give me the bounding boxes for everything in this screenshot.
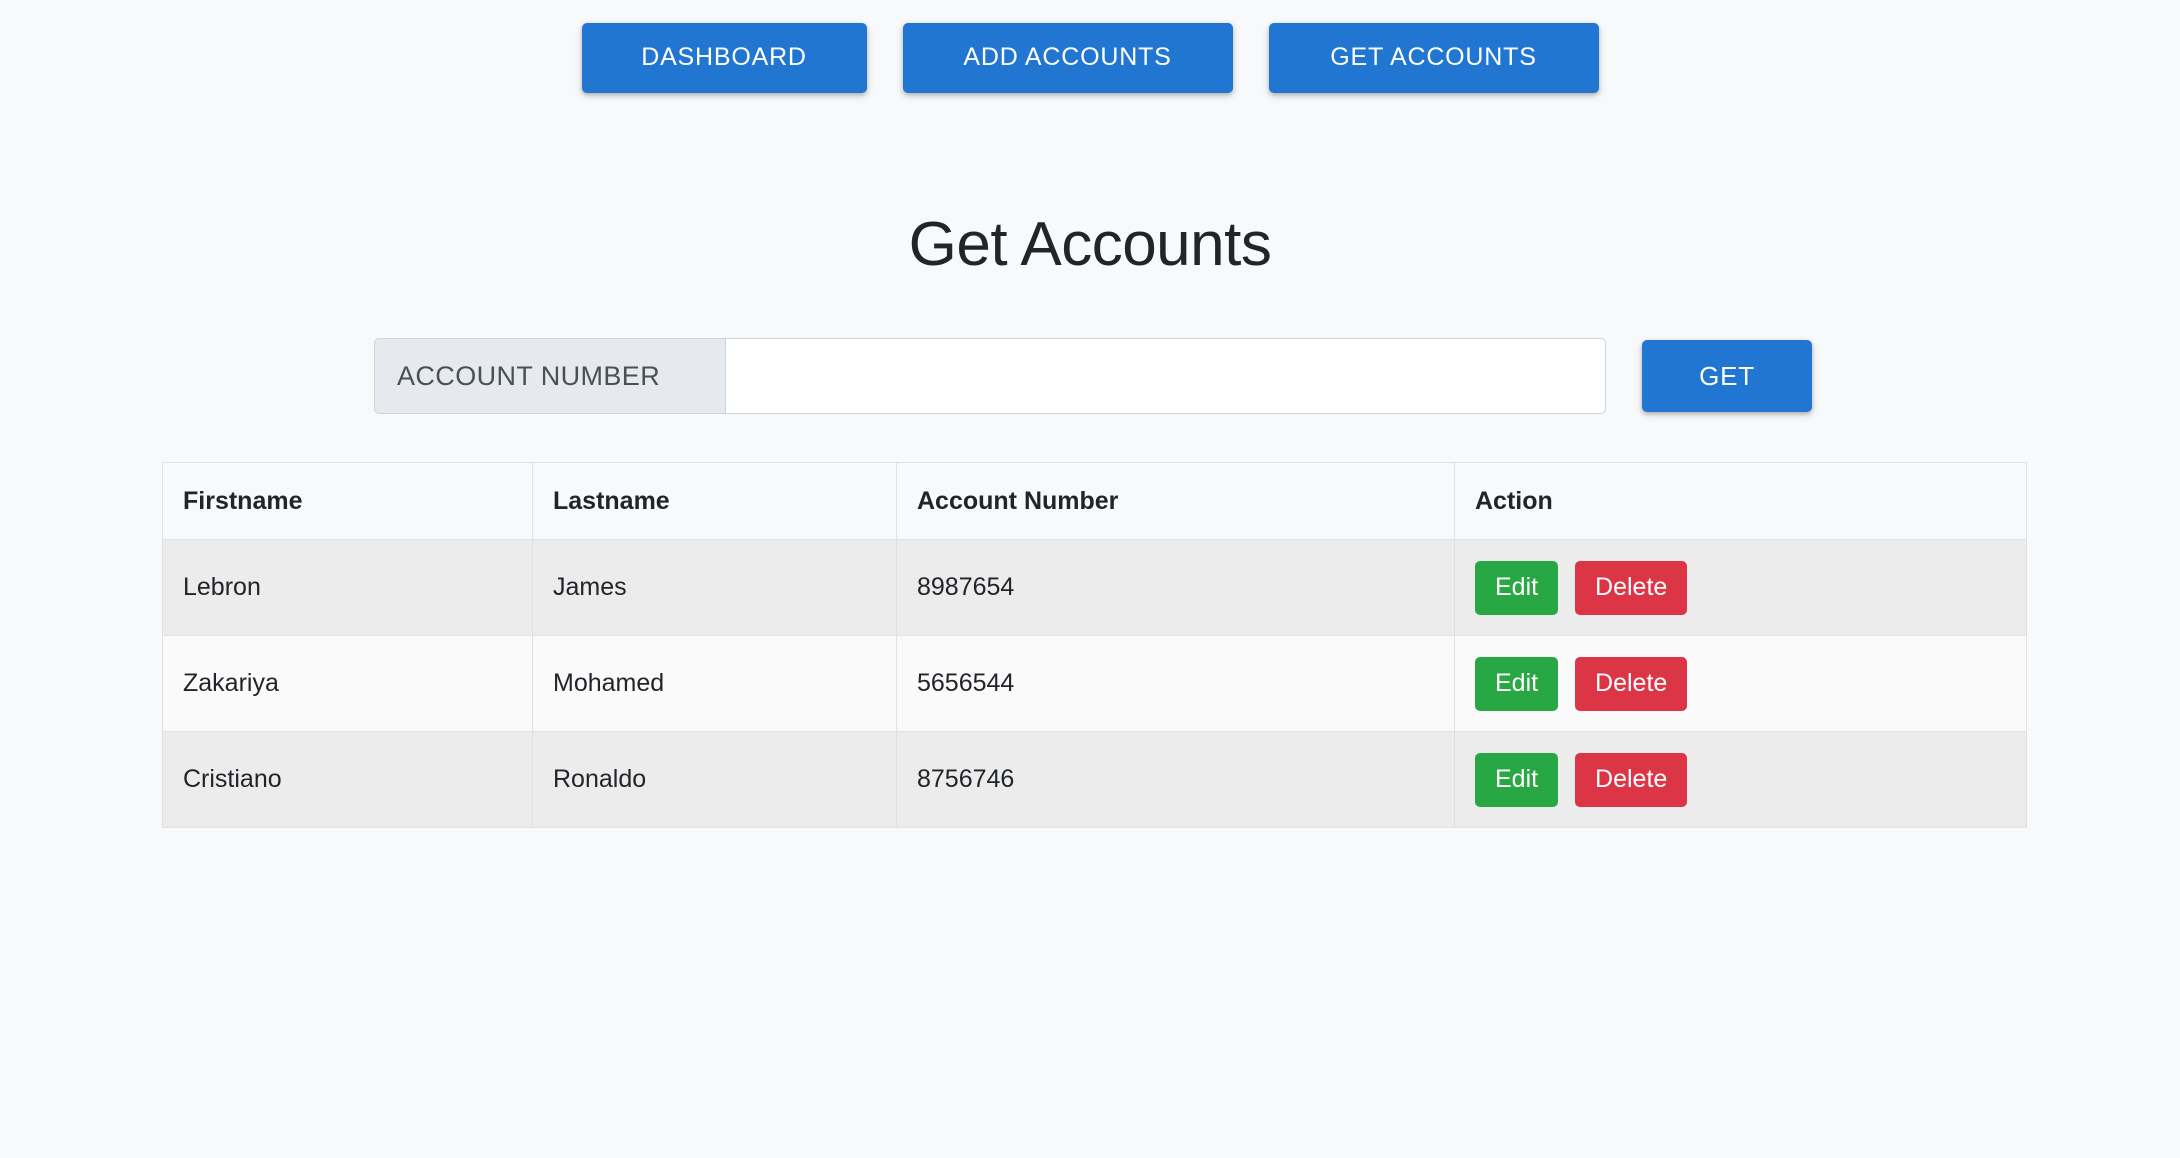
cell-account-number: 8987654	[896, 539, 1455, 636]
edit-button[interactable]: Edit	[1475, 560, 1559, 615]
cell-lastname: Ronaldo	[532, 731, 897, 828]
cell-lastname: Mohamed	[532, 635, 897, 732]
main-navigation: DASHBOARD ADD ACCOUNTS GET ACCOUNTS	[0, 23, 2180, 93]
get-button[interactable]: GET	[1642, 340, 1812, 412]
page-root: DASHBOARD ADD ACCOUNTS GET ACCOUNTS Get …	[0, 0, 2180, 1158]
nav-button-dashboard[interactable]: DASHBOARD	[581, 23, 867, 93]
delete-button[interactable]: Delete	[1575, 560, 1688, 615]
cell-account-number: 8756746	[896, 731, 1455, 828]
nav-button-get-accounts[interactable]: GET ACCOUNTS	[1268, 23, 1599, 93]
column-header-lastname: Lastname	[532, 462, 897, 540]
cell-lastname: James	[532, 539, 897, 636]
account-search-row: ACCOUNT NUMBER GET	[374, 338, 1812, 414]
cell-action: Edit Delete	[1454, 539, 2027, 636]
cell-firstname: Zakariya	[162, 635, 533, 732]
cell-firstname: Lebron	[162, 539, 533, 636]
cell-action: Edit Delete	[1454, 635, 2027, 732]
column-header-action: Action	[1454, 462, 2027, 540]
column-header-account-number: Account Number	[896, 462, 1455, 540]
edit-button[interactable]: Edit	[1475, 656, 1559, 711]
cell-action: Edit Delete	[1454, 731, 2027, 828]
accounts-table-body: Lebron James 8987654 Edit Delete Zakariy…	[162, 539, 2027, 828]
page-title: Get Accounts	[908, 209, 1272, 279]
table-row: Lebron James 8987654 Edit Delete	[162, 539, 2027, 636]
table-row: Cristiano Ronaldo 8756746 Edit Delete	[162, 731, 2027, 828]
table-header-row: Firstname Lastname Account Number Action	[162, 462, 2027, 540]
account-number-label: ACCOUNT NUMBER	[374, 338, 726, 414]
accounts-table: Firstname Lastname Account Number Action…	[162, 462, 2027, 828]
accounts-table-wrapper: Firstname Lastname Account Number Action…	[162, 462, 2027, 828]
account-number-input[interactable]	[726, 338, 1606, 414]
table-row: Zakariya Mohamed 5656544 Edit Delete	[162, 635, 2027, 732]
account-number-input-group: ACCOUNT NUMBER	[374, 338, 1606, 414]
cell-account-number: 5656544	[896, 635, 1455, 732]
accounts-table-head: Firstname Lastname Account Number Action	[162, 462, 2027, 540]
nav-button-add-accounts[interactable]: ADD ACCOUNTS	[902, 23, 1233, 93]
delete-button[interactable]: Delete	[1575, 656, 1688, 711]
cell-firstname: Cristiano	[162, 731, 533, 828]
edit-button[interactable]: Edit	[1475, 752, 1559, 807]
delete-button[interactable]: Delete	[1575, 752, 1688, 807]
column-header-firstname: Firstname	[162, 462, 533, 540]
